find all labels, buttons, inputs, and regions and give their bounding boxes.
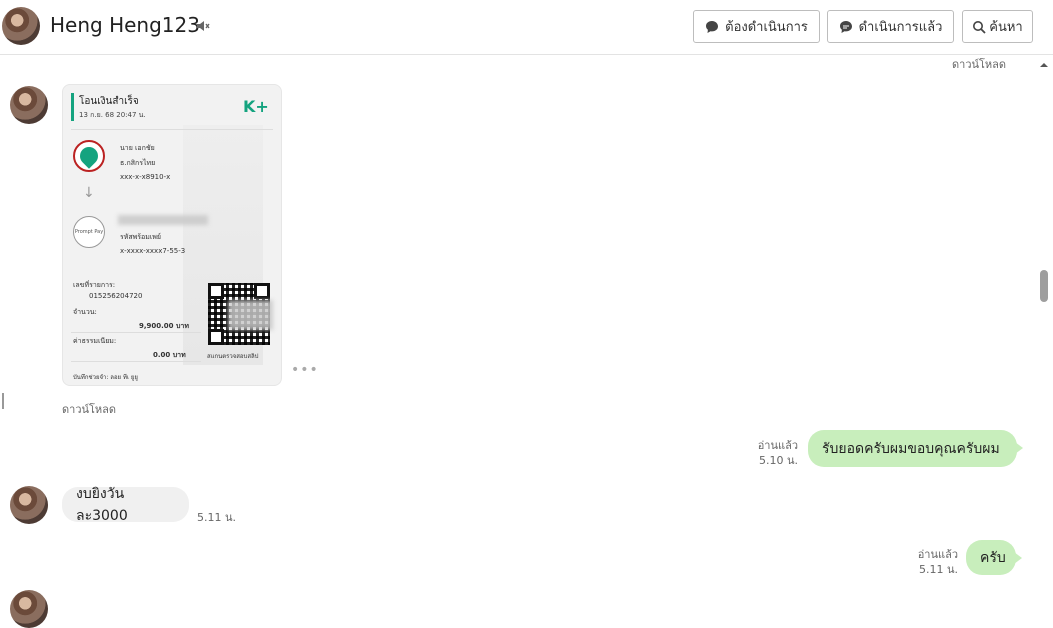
message-meta: อ่านแล้ว 5.11 น. xyxy=(890,547,958,577)
outgoing-message[interactable]: ครับ xyxy=(966,540,1022,575)
qr-caption: สแกนตรวจสอบสลิป xyxy=(207,353,259,360)
mute-icon xyxy=(197,21,210,31)
todo-button-label: ต้องดำเนินการ xyxy=(725,20,808,35)
sender-name: นาย เอกชัย xyxy=(120,144,155,152)
chat-bubble-icon xyxy=(706,20,719,33)
message-time: 5.11 น. xyxy=(918,563,958,576)
left-edge-marker xyxy=(2,393,4,409)
scrollbar-thumb[interactable] xyxy=(1040,270,1048,302)
message-time: 5.11 น. xyxy=(197,511,237,524)
divider xyxy=(71,332,201,333)
search-button[interactable]: ค้นหา xyxy=(962,10,1033,43)
kplus-logo: K+ xyxy=(243,97,269,116)
memo: บันทึกช่วยจำ: ลอย ทีเ ยูยู xyxy=(73,374,138,381)
top-download-link[interactable]: ดาวน์โหลด xyxy=(952,55,1006,73)
divider xyxy=(71,361,201,362)
chat-header: Heng Heng123 ต้องดำเนินการ ดำเนินการแล้ว… xyxy=(0,0,1053,55)
kbank-logo-icon xyxy=(73,140,105,172)
ref-value: 015256204720 xyxy=(89,292,143,300)
contact-avatar[interactable] xyxy=(10,486,48,524)
contact-avatar[interactable] xyxy=(10,86,48,124)
incoming-message[interactable]: งบยิงวันละ3000 xyxy=(62,486,189,524)
fee-label: ค่าธรรมเนียม: xyxy=(73,337,117,345)
read-status: อ่านแล้ว xyxy=(917,548,958,561)
read-status: อ่านแล้ว xyxy=(757,439,798,452)
receipt-image[interactable]: โอนเงินสำเร็จ 13 ก.ย. 68 20:47 น. K+ นาย… xyxy=(62,84,282,386)
promptpay-logo-icon: Prompt Pay xyxy=(73,216,105,248)
message-text: ครับ xyxy=(980,549,1006,566)
sender-bank: ธ.กสิกรไทย xyxy=(120,159,156,167)
contact-avatar[interactable] xyxy=(10,590,48,628)
receipt-download-link[interactable]: ดาวน์โหลด xyxy=(62,400,116,418)
receipt-title: โอนเงินสำเร็จ xyxy=(79,96,139,107)
contact-name[interactable]: Heng Heng123 xyxy=(50,13,200,37)
message-text: งบยิงวันละ3000 xyxy=(76,485,128,524)
fee-value: 0.00 บาท xyxy=(153,351,186,359)
amount-label: จำนวน: xyxy=(73,308,97,316)
done-button-label: ดำเนินการแล้ว xyxy=(858,20,943,35)
search-button-label: ค้นหา xyxy=(989,20,1023,35)
done-button[interactable]: ดำเนินการแล้ว xyxy=(827,10,954,43)
message-meta: อ่านแล้ว 5.10 น. xyxy=(730,438,798,468)
receiver-type: รหัสพร้อมเพย์ xyxy=(120,233,161,241)
receipt-accent-bar xyxy=(71,93,74,121)
search-icon xyxy=(973,20,986,34)
arrow-down-icon: ↓ xyxy=(83,185,95,201)
chat-bubble-icon xyxy=(839,20,852,33)
receipt-date: 13 ก.ย. 68 20:47 น. xyxy=(79,111,146,119)
redacted-receiver-name xyxy=(118,215,208,225)
message-text: รับยอดครับผมขอบคุณครับผม xyxy=(822,440,1000,457)
redacted-qr xyxy=(228,300,273,330)
message-time: 5.10 น. xyxy=(758,454,798,467)
outgoing-message[interactable]: รับยอดครับผมขอบคุณครับผม xyxy=(808,430,1023,467)
contact-avatar[interactable] xyxy=(2,7,40,45)
todo-button[interactable]: ต้องดำเนินการ xyxy=(693,10,820,43)
amount-value: 9,900.00 บาท xyxy=(139,322,189,330)
scroll-up-icon[interactable] xyxy=(1038,60,1050,70)
more-options-icon[interactable]: ••• xyxy=(291,362,319,378)
ref-label: เลขที่รายการ: xyxy=(73,281,116,289)
receiver-account: x-xxxx-xxxx7-55-3 xyxy=(120,247,186,255)
divider xyxy=(71,129,273,130)
sender-account: xxx-x-x8910-x xyxy=(120,173,171,181)
